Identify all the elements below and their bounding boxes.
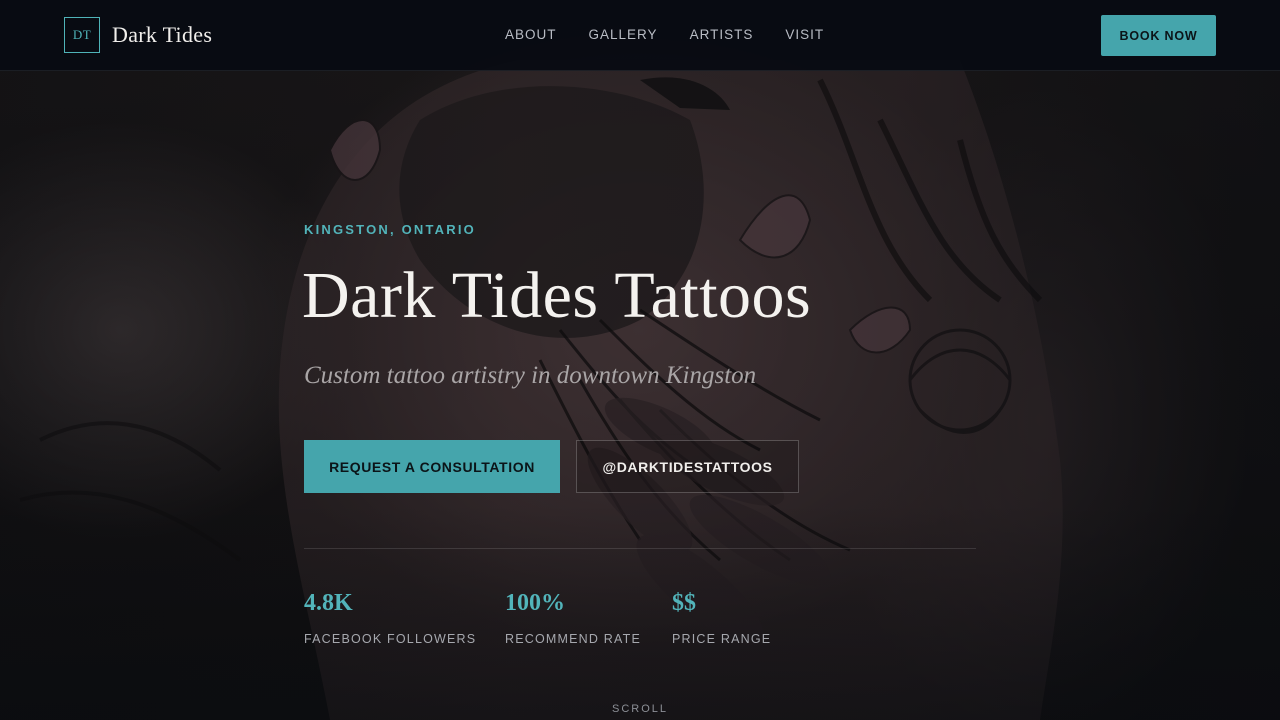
stat-value: 100%	[505, 590, 565, 616]
nav-link-gallery[interactable]: GALLERY	[589, 27, 658, 42]
stat-facebook-followers: 4.8K FACEBOOK FOLLOWERS	[304, 590, 476, 646]
stat-recommend-rate: 100% RECOMMEND RATE	[505, 590, 641, 646]
nav-link-visit[interactable]: VISIT	[785, 27, 824, 42]
nav-link-about[interactable]: ABOUT	[505, 27, 557, 42]
logo-mark[interactable]: DT	[64, 17, 100, 53]
stats-divider	[304, 548, 976, 549]
instagram-handle-button[interactable]: @DARKTIDESTATTOOS	[576, 440, 799, 493]
logo-text[interactable]: Dark Tides	[112, 22, 212, 48]
scroll-hint[interactable]: SCROLL	[0, 703, 1280, 715]
stat-value: 4.8K	[304, 590, 353, 616]
location-eyebrow: KINGSTON, ONTARIO	[304, 222, 476, 237]
stat-price-range: $$ PRICE RANGE	[672, 590, 771, 646]
stat-value: $$	[672, 590, 696, 616]
nav-link-artists[interactable]: ARTISTS	[690, 27, 754, 42]
book-now-button[interactable]: BOOK NOW	[1101, 15, 1216, 56]
hero-subtitle: Custom tattoo artistry in downtown Kings…	[304, 362, 757, 389]
site-header: DT Dark Tides ABOUT GALLERY ARTISTS VISI…	[0, 0, 1280, 71]
stat-label: FACEBOOK FOLLOWERS	[304, 632, 477, 646]
stat-label: RECOMMEND RATE	[505, 632, 642, 646]
stat-label: PRICE RANGE	[672, 632, 772, 646]
request-consultation-button[interactable]: REQUEST A CONSULTATION	[304, 440, 560, 493]
hero-title: Dark Tides Tattoos	[302, 259, 812, 332]
main-nav: ABOUT GALLERY ARTISTS VISIT	[505, 27, 856, 42]
